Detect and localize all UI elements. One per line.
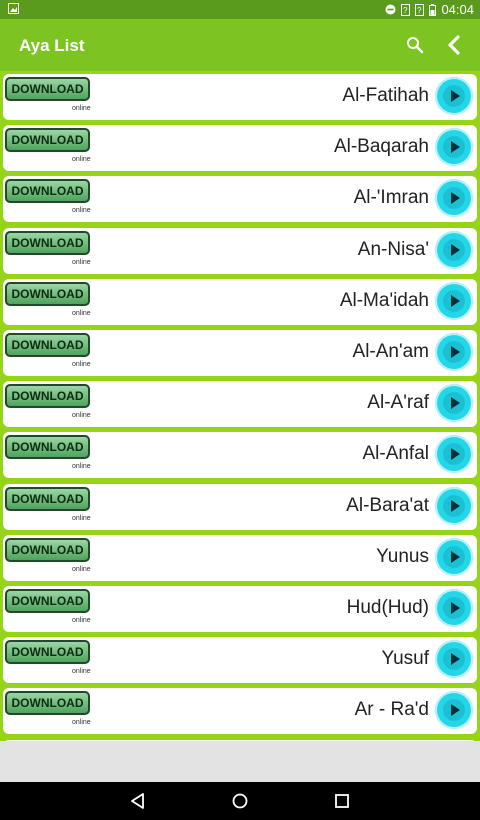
play-button[interactable] [435, 640, 473, 679]
list-item[interactable]: DOWNLOAD online Al-Baqarah [3, 125, 477, 172]
online-label: online [72, 463, 91, 471]
status-time: 04:04 [441, 2, 474, 17]
aya-name: Al-Bara'at [346, 494, 429, 516]
online-label: online [72, 412, 91, 420]
list-item[interactable]: DOWNLOAD online Al-Anfal [3, 432, 477, 479]
play-icon [443, 494, 465, 517]
download-button[interactable]: DOWNLOAD [5, 384, 90, 409]
list-item[interactable]: DOWNLOAD online Hud(Hud) [3, 586, 477, 632]
online-label: online [72, 156, 91, 164]
online-label: online [72, 514, 91, 522]
play-button[interactable] [435, 179, 473, 218]
aya-name: Al-Anfal [362, 443, 429, 465]
play-icon [443, 545, 465, 568]
online-label: online [72, 361, 91, 368]
svg-text:?: ? [403, 6, 408, 15]
online-label: online [72, 719, 91, 727]
nav-back-icon[interactable] [128, 791, 148, 811]
download-button[interactable]: DOWNLOAD [5, 589, 90, 613]
play-button[interactable] [435, 435, 473, 474]
play-button[interactable] [435, 333, 473, 371]
download-button[interactable]: DOWNLOAD [5, 537, 90, 562]
play-button[interactable] [435, 281, 473, 320]
play-button[interactable] [435, 589, 473, 627]
list-item[interactable]: DOWNLOAD online Al-Bara'at [3, 483, 477, 530]
play-icon [443, 443, 465, 466]
play-icon [443, 289, 465, 312]
download-button[interactable]: DOWNLOAD [5, 435, 90, 460]
signal-icon: ? [401, 3, 411, 16]
app-bar: Aya List [0, 19, 480, 71]
nav-recents-icon[interactable] [332, 791, 352, 811]
aya-name: Al-Baqarah [333, 136, 429, 158]
list-item[interactable]: DOWNLOAD online Yunus [3, 534, 477, 581]
list-item[interactable]: DOWNLOAD online Al-'Imran [3, 176, 477, 223]
aya-name: Yusuf [381, 648, 429, 670]
play-icon [443, 341, 465, 363]
download-button[interactable]: DOWNLOAD [5, 281, 90, 306]
online-label: online [72, 258, 91, 266]
online-label: online [72, 207, 91, 215]
play-button[interactable] [435, 537, 473, 576]
list-item[interactable]: DOWNLOAD online Ar - Ra'd [3, 688, 477, 735]
battery-icon [429, 3, 437, 16]
list-item[interactable]: DOWNLOAD online Al-Fatihah [3, 74, 477, 120]
download-button[interactable]: DOWNLOAD [5, 77, 90, 101]
gallery-notification-icon [8, 3, 19, 14]
list-item[interactable]: DOWNLOAD online Al-Ma'idah [3, 278, 477, 325]
do-not-disturb-icon [385, 4, 396, 15]
online-label: online [72, 309, 91, 317]
download-button[interactable]: DOWNLOAD [5, 230, 90, 255]
aya-name: An-Nisa' [357, 238, 429, 260]
aya-name: Ar - Ra'd [354, 699, 429, 721]
play-icon [443, 238, 465, 261]
play-button[interactable] [435, 77, 473, 115]
list-item[interactable]: DOWNLOAD online Al-A'raf [3, 381, 477, 428]
aya-name: Al-A'raf [367, 392, 429, 414]
download-button[interactable]: DOWNLOAD [5, 333, 90, 357]
online-label: online [72, 105, 91, 112]
page-title: Aya List [19, 36, 85, 55]
play-icon [443, 699, 465, 722]
nav-home-icon[interactable] [230, 791, 250, 811]
play-button[interactable] [435, 384, 473, 423]
download-button[interactable]: DOWNLOAD [5, 640, 90, 665]
play-button[interactable] [435, 128, 473, 167]
download-button[interactable]: DOWNLOAD [5, 179, 90, 204]
aya-name: Al-An'am [352, 341, 429, 362]
svg-text:?: ? [417, 6, 422, 15]
search-icon[interactable] [403, 33, 427, 57]
aya-name: Al-Ma'idah [339, 289, 429, 311]
play-button[interactable] [435, 691, 473, 730]
play-icon [443, 648, 465, 671]
play-icon [443, 136, 465, 159]
list-item[interactable]: DOWNLOAD online Al-An'am [3, 330, 477, 376]
aya-name: Hud(Hud) [346, 597, 429, 618]
play-icon [443, 392, 465, 415]
chevron-left-icon[interactable] [442, 33, 466, 57]
navigation-bar [0, 782, 480, 820]
list-item[interactable]: DOWNLOAD online Yusuf [3, 637, 477, 684]
play-icon [443, 597, 465, 619]
bottom-band [0, 741, 480, 782]
status-bar: ? ? 04:04 [0, 0, 480, 19]
play-icon [443, 85, 465, 107]
download-button[interactable]: DOWNLOAD [5, 486, 90, 511]
aya-name: Al-Fatihah [342, 85, 429, 106]
play-button[interactable] [435, 486, 473, 525]
online-label: online [72, 668, 91, 676]
signal-icon-2: ? [415, 3, 425, 16]
play-button[interactable] [435, 230, 473, 269]
online-label: online [72, 617, 91, 624]
download-button[interactable]: DOWNLOAD [5, 691, 90, 716]
aya-list[interactable]: DOWNLOAD online Al-Fatihah DOWNLOAD online Al… [0, 71, 480, 741]
aya-name: Al-'Imran [353, 187, 429, 209]
aya-name: Yunus [376, 545, 429, 567]
play-icon [443, 187, 465, 210]
list-item[interactable]: DOWNLOAD online An-Nisa' [3, 227, 477, 274]
download-button[interactable]: DOWNLOAD [5, 128, 90, 153]
online-label: online [72, 565, 91, 573]
